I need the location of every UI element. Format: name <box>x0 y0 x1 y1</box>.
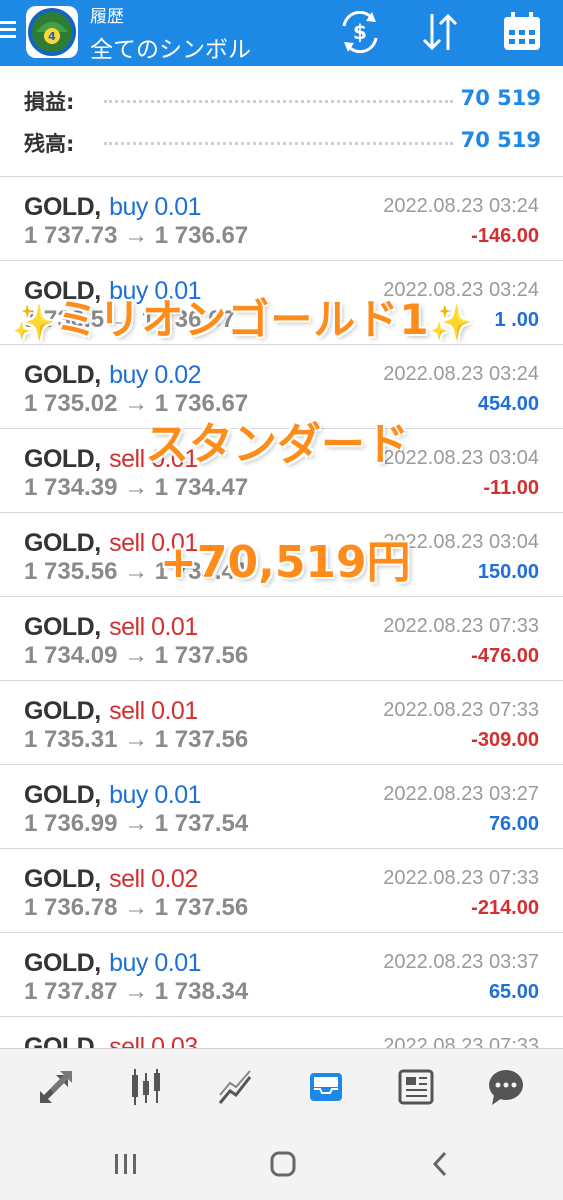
trade-side: buy 0.02 <box>109 361 202 389</box>
analytics-icon[interactable] <box>206 1061 266 1113</box>
news-icon[interactable] <box>386 1061 446 1113</box>
trade-symbol: GOLD, buy 0.01 <box>24 781 202 810</box>
balance-value: 70 519 <box>460 128 541 152</box>
symbol-name: GOLD, <box>24 613 101 641</box>
trade-prices: 1 736.99 → 1 737.54 <box>24 810 249 837</box>
trade-symbol: GOLD, sell 0.01 <box>24 697 198 726</box>
sort-icon[interactable] <box>416 8 464 56</box>
trade-side: buy 0.01 <box>109 949 202 977</box>
overlay-line3: +70,519円 <box>160 537 411 588</box>
balance-row: 残高: 70 519 <box>0 120 563 162</box>
overlay-line2: スタンダード <box>145 419 409 470</box>
trade-row[interactable]: GOLD, sell 0.02 1 736.78 → 1 737.56 2022.0… <box>0 849 563 933</box>
trade-time: 2022.08.23 03:27 <box>383 783 539 805</box>
symbol-name: GOLD, <box>24 445 101 473</box>
trade-profit: -309.00 <box>471 729 539 751</box>
chart-candles-icon[interactable] <box>116 1061 176 1113</box>
trade-profit: 1 .00 <box>494 309 539 331</box>
trade-time: 2022.08.23 07:33 <box>383 699 539 721</box>
recent-apps-icon[interactable] <box>101 1144 151 1184</box>
symbol-name: GOLD, <box>24 865 101 893</box>
trade-time: 2022.08.23 07:33 <box>383 615 539 637</box>
balance-label: 残高: <box>24 132 75 156</box>
symbol-name: GOLD, <box>24 361 101 389</box>
mt4-logo-icon: 4 <box>26 6 78 58</box>
menu-icon[interactable] <box>0 17 16 43</box>
trade-profit: 454.00 <box>477 393 539 415</box>
trade-profit: 76.00 <box>488 813 539 835</box>
trade-icon[interactable] <box>26 1061 86 1113</box>
currency-exchange-icon[interactable]: $ <box>336 8 384 56</box>
symbol-name: GOLD, <box>24 949 101 977</box>
trade-time: 2022.08.23 07:33 <box>383 867 539 889</box>
trade-side: sell 0.01 <box>109 613 198 641</box>
trade-side: buy 0.01 <box>109 193 202 221</box>
system-navigation-bar <box>0 1124 563 1200</box>
profit-label: 損益: <box>24 90 75 114</box>
history-inbox-icon[interactable] <box>296 1061 356 1113</box>
home-icon[interactable] <box>258 1144 308 1184</box>
trade-row[interactable]: GOLD, sell 0.01 1 734.09 → 1 737.56 2022.0… <box>0 597 563 681</box>
chat-icon[interactable] <box>476 1061 536 1113</box>
trade-profit: -146.00 <box>471 225 539 247</box>
header-title[interactable]: 全てのシンボル <box>90 30 251 64</box>
trade-prices: 1 735.31 → 1 737.56 <box>24 726 249 753</box>
trade-row[interactable]: GOLD, buy 0.01 1 736.99 → 1 737.54 2022.08… <box>0 765 563 849</box>
trade-symbol: GOLD, buy 0.01 <box>24 949 202 978</box>
svg-text:4: 4 <box>48 30 56 43</box>
trade-symbol: GOLD, buy 0.02 <box>24 361 202 390</box>
trade-time: 2022.08.23 03:24 <box>383 363 539 385</box>
trade-prices: 1 737.87 → 1 738.34 <box>24 978 249 1005</box>
sparkle-icon: ✨ <box>12 303 56 343</box>
back-icon[interactable] <box>416 1144 466 1184</box>
trade-profit: -214.00 <box>471 897 539 919</box>
dotted-leader <box>104 142 453 145</box>
trade-row[interactable]: GOLD, buy 0.01 1 737.87 → 1 738.34 2022.08… <box>0 933 563 1017</box>
dotted-leader <box>104 100 453 103</box>
header-subtitle: 履歴 <box>90 7 124 27</box>
sparkle-icon: ✨ <box>429 303 473 343</box>
trade-prices: 1 734.39 → 1 734.47 <box>24 474 249 501</box>
trade-side: sell 0.02 <box>109 865 198 893</box>
svg-text:$: $ <box>353 20 367 44</box>
profit-value: 70 519 <box>460 86 541 110</box>
bottom-navigation <box>0 1048 563 1125</box>
trade-profit: -476.00 <box>471 645 539 667</box>
trade-profit: 150.00 <box>477 561 539 583</box>
top-app-bar: 4 履歴 全てのシンボル $ <box>0 0 563 66</box>
trade-symbol: GOLD, buy 0.01 <box>24 193 202 222</box>
trade-side: buy 0.01 <box>109 781 202 809</box>
overlay-line1: ミリオンゴールド1 <box>55 295 430 344</box>
trade-row[interactable]: GOLD, sell 0.01 1 735.31 → 1 737.56 2022.0… <box>0 681 563 765</box>
trade-prices: 1 737.73 → 1 736.67 <box>24 222 249 249</box>
trade-profit: 65.00 <box>488 981 539 1003</box>
symbol-name: GOLD, <box>24 781 101 809</box>
symbol-name: GOLD, <box>24 529 101 557</box>
trade-row[interactable]: GOLD, buy 0.01 1 737.73 → 1 736.67 2022.08… <box>0 177 563 261</box>
symbol-name: GOLD, <box>24 193 101 221</box>
trade-side: sell 0.01 <box>109 697 198 725</box>
trade-prices: 1 734.09 → 1 737.56 <box>24 642 249 669</box>
symbol-name: GOLD, <box>24 697 101 725</box>
trade-symbol: GOLD, sell 0.02 <box>24 865 198 894</box>
summary-panel: 損益: 70 519 残高: 70 519 <box>0 78 563 162</box>
overlay-title: ✨ミリオンゴールド1✨ <box>12 286 473 347</box>
calendar-icon[interactable] <box>498 8 546 56</box>
trade-time: 2022.08.23 03:37 <box>383 951 539 973</box>
trade-prices: 1 736.78 → 1 737.56 <box>24 894 249 921</box>
profit-row: 損益: 70 519 <box>0 78 563 120</box>
trade-time: 2022.08.23 03:24 <box>383 195 539 217</box>
trade-symbol: GOLD, sell 0.01 <box>24 613 198 642</box>
trade-profit: -11.00 <box>483 477 539 499</box>
